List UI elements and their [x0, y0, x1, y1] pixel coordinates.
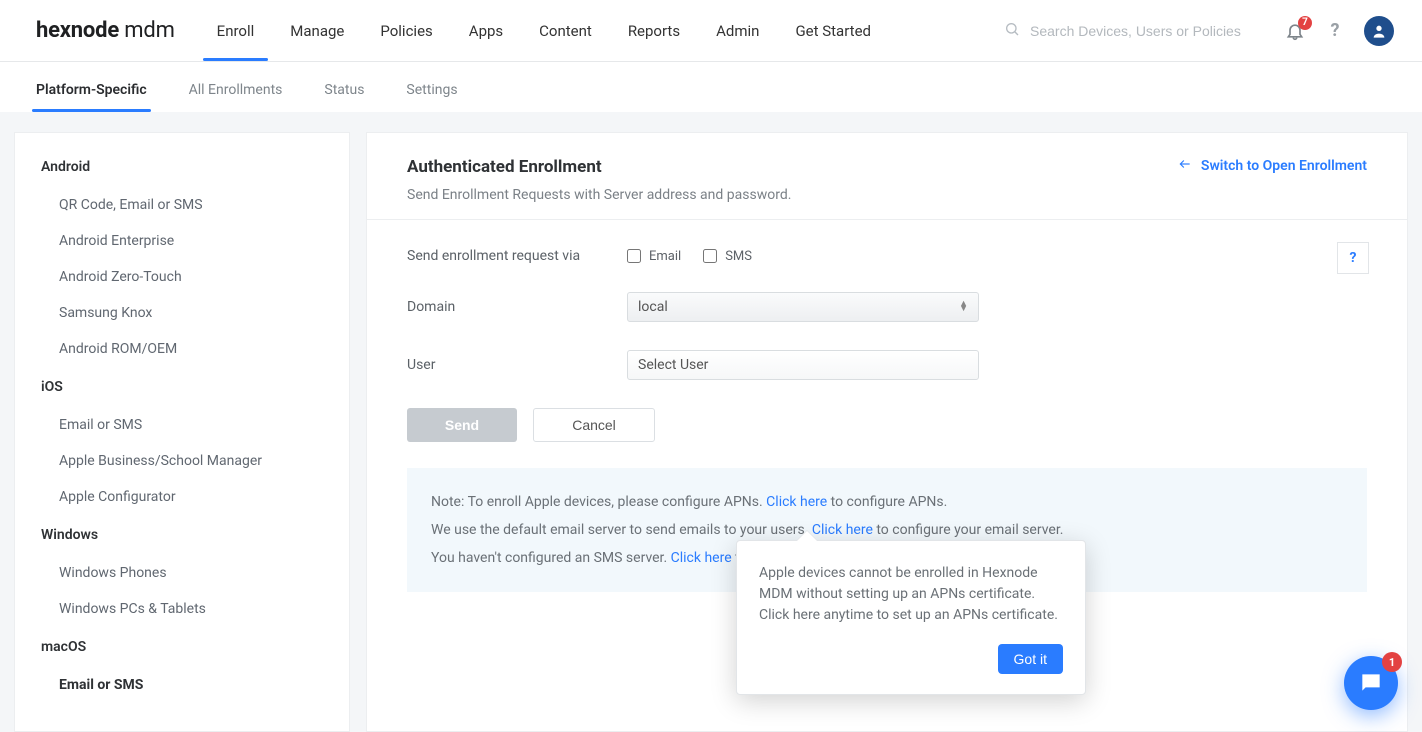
nav-get-started[interactable]: Get Started [777, 0, 889, 61]
nav-admin[interactable]: Admin [698, 0, 777, 61]
page-title: Authenticated Enrollment [407, 157, 791, 177]
domain-value: local [638, 299, 668, 315]
popover-text: Apple devices cannot be enrolled in Hexn… [759, 563, 1063, 626]
search-wrap [1004, 21, 1260, 41]
note-text: to configure your email server. [876, 522, 1063, 538]
tab-platform-specific[interactable]: Platform-Specific [32, 82, 151, 112]
switch-link-label: Switch to Open Enrollment [1201, 158, 1367, 174]
sidebar-item[interactable]: Windows Phones [15, 555, 349, 591]
help-button[interactable]: ? [1324, 20, 1346, 42]
nav-enroll[interactable]: Enroll [199, 0, 273, 61]
page-subtitle: Send Enrollment Requests with Server add… [407, 187, 791, 203]
header-icons: 7 ? [1284, 16, 1394, 46]
search-input[interactable] [1030, 23, 1260, 39]
email-checkbox[interactable] [627, 249, 641, 263]
email-server-link[interactable]: Click here [812, 522, 873, 538]
group-macos[interactable]: macOS [15, 627, 349, 667]
sub-tabs: Platform-Specific All Enrollments Status… [0, 62, 1422, 112]
note-text: You haven't configured an SMS server. [431, 550, 671, 566]
sidebar-item[interactable]: Apple Business/School Manager [15, 443, 349, 479]
sidebar-item[interactable]: Android Zero-Touch [15, 259, 349, 295]
user-select[interactable]: Select User [627, 350, 979, 380]
sidebar-item[interactable]: QR Code, Email or SMS [15, 187, 349, 223]
nav-content[interactable]: Content [521, 0, 610, 61]
apns-config-link[interactable]: Click here [766, 494, 827, 510]
user-avatar[interactable] [1364, 16, 1394, 46]
apns-popover: Apple devices cannot be enrolled in Hexn… [736, 540, 1086, 695]
sms-gateway-link[interactable]: Click here [671, 550, 732, 566]
switch-open-enrollment-link[interactable]: Switch to Open Enrollment [1177, 157, 1367, 175]
send-via-label: Send enrollment request via [407, 248, 627, 264]
top-header: hexnode mdm Enroll Manage Policies Apps … [0, 0, 1422, 62]
tab-all-enrollments[interactable]: All Enrollments [185, 82, 287, 112]
top-nav: Enroll Manage Policies Apps Content Repo… [199, 0, 889, 61]
tab-status[interactable]: Status [320, 82, 368, 112]
domain-label: Domain [407, 299, 627, 315]
chat-widget[interactable]: 1 [1344, 656, 1398, 710]
group-windows[interactable]: Windows [15, 515, 349, 555]
user-label: User [407, 357, 627, 373]
chat-badge: 1 [1382, 652, 1402, 672]
sms-checkbox-label: SMS [725, 249, 752, 264]
search-icon [1004, 21, 1020, 41]
nav-apps[interactable]: Apps [451, 0, 521, 61]
send-button[interactable]: Send [407, 408, 517, 442]
context-help-button[interactable]: ? [1337, 242, 1369, 274]
email-checkbox-label: Email [649, 249, 681, 264]
notification-badge: 7 [1298, 16, 1312, 30]
sidebar-item[interactable]: Apple Configurator [15, 479, 349, 515]
brand-light: mdm [119, 18, 175, 43]
sidebar-item[interactable]: Windows PCs & Tablets [15, 591, 349, 627]
cancel-button[interactable]: Cancel [533, 408, 655, 442]
note-text: We use the default email server to send … [431, 522, 812, 538]
domain-select[interactable]: local ▲▼ [627, 292, 979, 322]
arrow-left-icon [1177, 157, 1193, 175]
email-checkbox-wrap[interactable]: Email [627, 249, 681, 264]
select-caret-icon: ▲▼ [959, 302, 968, 312]
sidebar-item[interactable]: Android Enterprise [15, 223, 349, 259]
brand-bold: hexnode [36, 18, 119, 43]
main-header: Authenticated Enrollment Send Enrollment… [367, 133, 1407, 220]
chat-icon [1358, 670, 1384, 696]
group-android[interactable]: Android [15, 147, 349, 187]
note-text: Note: To enroll Apple devices, please co… [431, 494, 766, 510]
sidebar-item[interactable]: Email or SMS [15, 407, 349, 443]
notifications-button[interactable]: 7 [1284, 20, 1306, 42]
got-it-button[interactable]: Got it [998, 644, 1063, 674]
sidebar-item[interactable]: Android ROM/OEM [15, 331, 349, 367]
brand-logo: hexnode mdm [36, 18, 175, 43]
sms-checkbox-wrap[interactable]: SMS [703, 249, 752, 264]
nav-policies[interactable]: Policies [362, 0, 450, 61]
group-ios[interactable]: iOS [15, 367, 349, 407]
avatar-icon [1371, 23, 1387, 39]
sms-checkbox[interactable] [703, 249, 717, 263]
note-text: to configure APNs. [831, 494, 948, 510]
platform-sidebar: Android QR Code, Email or SMS Android En… [14, 132, 350, 732]
sidebar-item-selected[interactable]: Email or SMS [15, 667, 349, 703]
tab-settings[interactable]: Settings [402, 82, 461, 112]
nav-manage[interactable]: Manage [272, 0, 362, 61]
sidebar-item[interactable]: Samsung Knox [15, 295, 349, 331]
user-value: Select User [638, 357, 708, 373]
nav-reports[interactable]: Reports [610, 0, 698, 61]
